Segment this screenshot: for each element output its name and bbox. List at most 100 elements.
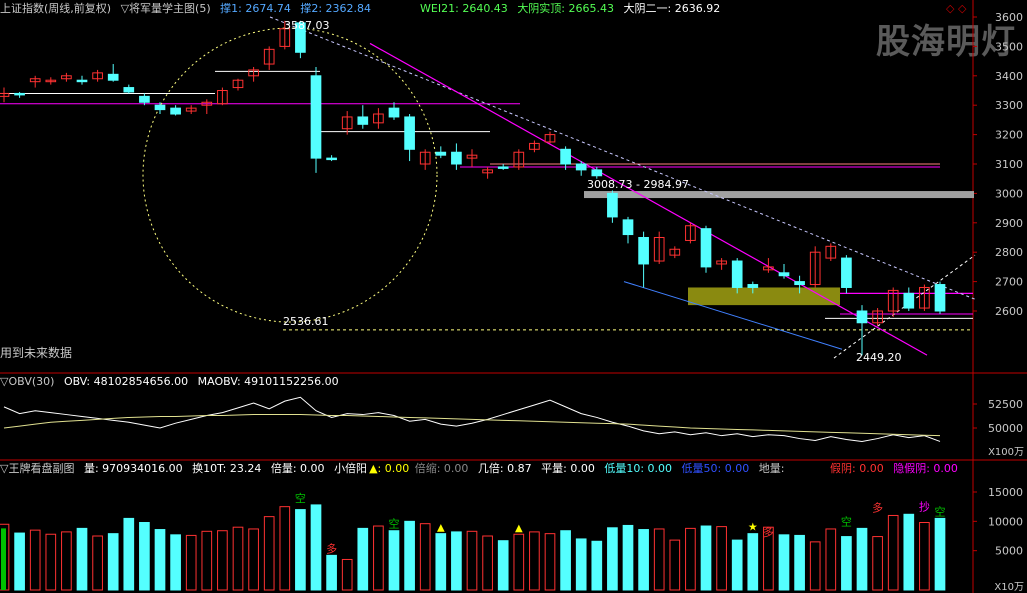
future-data-note: 用到未来数据 [0,345,72,360]
candle-down [435,151,447,156]
volume-bar-down [575,538,587,591]
volume-bar-down [607,527,618,591]
volume-bar-down [139,522,150,591]
volume-bar-up [201,530,213,591]
range-label: 3008.73 - 2984.97 [587,178,689,191]
olive-zone [688,287,840,306]
price-axis-label: 3000 [995,187,1023,200]
obv-axis-unit: X100万 [988,447,1024,458]
marker-kong: 空 [935,504,946,518]
volume-bar-down [14,532,25,591]
volume-axis-label: 10000 [988,515,1023,528]
volume-bar-up [919,522,930,591]
marker-duo: 多 [763,525,774,539]
volume-bar-up [809,541,821,591]
price-axis-label: 3400 [995,70,1023,83]
volume-bar-up [45,533,57,591]
volume-bar-down [934,517,946,591]
volume-bar-up [248,528,259,591]
volume-bar-down [388,530,400,591]
volume-bar-down [123,517,135,591]
circle-low-label: 2536.61 [283,315,329,328]
candle-down [497,166,509,169]
volume-bar-down [903,513,915,591]
candle-down [575,163,587,171]
volume-bar-up [544,533,556,591]
price-axis-label: 2900 [995,217,1023,230]
chart-canvas[interactable]: 3600 3500 3400 3300 3200 3100 3000 2900 2800 2700… [0,0,1027,593]
candle-down [607,192,618,218]
candle-down [622,219,634,236]
marker-triangle: ▲ [515,523,523,534]
candle-down [731,260,743,288]
marker-duo: 多 [872,500,883,514]
price-axis-label: 3200 [995,129,1023,142]
candle-down [700,228,712,268]
price-axis-label: 2600 [995,305,1023,318]
volume-bar-down [170,534,181,591]
price-axis-label: 2800 [995,246,1023,259]
marker-kong: 空 [841,514,852,528]
candle-down [638,237,649,265]
obv-axis-label: 52500 [988,398,1023,411]
volume-bar-down [747,533,759,591]
volume-bar-down [310,504,322,591]
candle-down [560,148,571,165]
candle-down [357,116,369,125]
volume-bar-up [217,530,228,591]
volume-bar-down [841,536,852,591]
candle-down [154,104,166,111]
candle-down [170,107,181,115]
volume-bar-down [856,527,868,591]
candle-down [794,281,805,286]
volume-bar-down [154,529,166,591]
channel-line-upper [369,42,928,356]
price-axis-label: 3500 [995,40,1023,53]
volume-bar-up [482,535,493,591]
volume-bar-up [341,558,353,591]
volume-bar-up [513,533,525,591]
volume-bar-up [669,539,681,591]
volume-bar-up [263,516,275,591]
price-axis-label: 3300 [995,99,1023,112]
marker-triangle: ▲ [437,523,445,534]
candle-down [14,92,25,96]
stock-chart-window: 上证指数(周线,前复权) ▽将军量学主图(5) 撑1: 2674.74 撑2: … [0,0,1027,593]
candle-down [388,107,400,118]
candle-down [934,284,946,312]
obv-axis-label: 50000 [988,422,1023,435]
candle-down [451,151,462,165]
price-axis-label: 3600 [995,11,1023,24]
volume-bar-up [529,531,540,591]
marker-duo: 多 [326,541,337,555]
volume-bar-down [778,534,790,591]
marker-star: ★ [748,521,758,534]
peak-price-label: 3587.03 [284,19,330,32]
volume-bar-down [497,540,509,591]
volume-bar-down [107,533,119,591]
volume-bar-down [622,524,634,591]
candle-down [310,75,322,159]
volume-accent-bar [1,528,6,590]
volume-bar-up [685,527,696,591]
candle-down [404,116,415,150]
price-axis-label: 2700 [995,276,1023,289]
volume-bar-up [185,534,197,591]
volume-bar-down [560,530,571,591]
volume-bar-down [326,554,337,591]
marker-kong: 空 [389,517,400,531]
candle-down [139,95,150,103]
candle-down [903,292,915,309]
volume-bar-up [29,529,41,591]
volume-bar-up [373,525,384,591]
candle-down [326,157,337,161]
candle-down [747,284,759,288]
marker-chao: 抄 [919,499,930,513]
volume-bar-down [638,529,649,591]
volume-bar-down [794,534,805,591]
candle-down [107,73,119,81]
candle-down [841,257,852,288]
marker-kong: 空 [295,491,306,505]
volume-bar-down [700,525,712,591]
volume-axis-label: 5000 [995,545,1023,558]
